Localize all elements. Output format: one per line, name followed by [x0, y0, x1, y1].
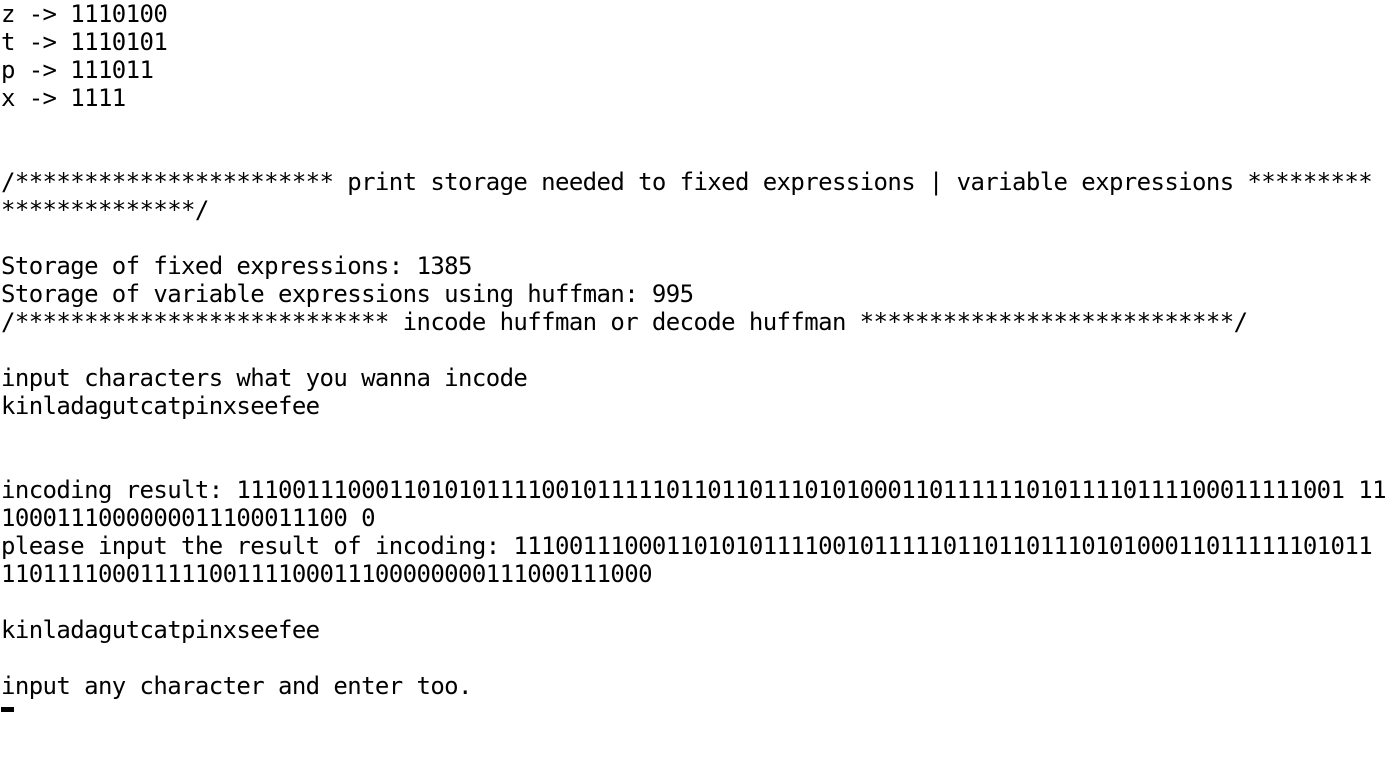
- console-line-blank: [0, 112, 1398, 140]
- console-line-incoding-result: incoding result: 11100111000110101011110…: [1, 476, 1387, 504]
- console-line-storage-header: /*********************** print storage n…: [1, 168, 1373, 196]
- console-line-code-p: p -> 111011: [1, 56, 154, 84]
- console-line-fixed-storage: Storage of fixed expressions: 1385: [1, 252, 472, 280]
- console-line-blank: [0, 224, 1398, 252]
- console-line-blank: [0, 448, 1398, 476]
- console-line-blank: [0, 140, 1398, 168]
- console-line-storage-header-wrap: **************/: [1, 196, 209, 224]
- console-line-decoded-output: kinladagutcatpinxseefee: [1, 616, 320, 644]
- console-line-blank: [0, 336, 1398, 364]
- console-line-input-prompt: input characters what you wanna incode: [1, 364, 528, 392]
- console-line-decode-prompt: please input the result of incoding: 111…: [1, 532, 1373, 560]
- console-line-blank: [0, 644, 1398, 672]
- console-line-code-x: x -> 1111: [1, 84, 126, 112]
- console-window[interactable]: z -> 1110100 t -> 1110101 p -> 111011 x …: [0, 0, 1398, 769]
- console-line-final-prompt: input any character and enter too.: [1, 672, 472, 700]
- console-line-code-z: z -> 1110100: [1, 0, 168, 28]
- console-line-huffman-header: /*************************** incode huff…: [1, 308, 1248, 336]
- console-line-blank: [0, 420, 1398, 448]
- console-line-user-input: kinladagutcatpinxseefee: [1, 392, 320, 420]
- console-line-incoding-result-wrap: 1000111000000011100011100 0: [1, 504, 376, 532]
- console-line-blank: [0, 588, 1398, 616]
- console-line-code-t: t -> 1110101: [1, 28, 168, 56]
- console-line-decode-prompt-wrap: 1101111000111110011110001110000000011100…: [1, 560, 653, 588]
- text-cursor: [1, 707, 14, 712]
- console-input-line[interactable]: [0, 700, 1398, 728]
- console-line-variable-storage: Storage of variable expressions using hu…: [1, 280, 694, 308]
